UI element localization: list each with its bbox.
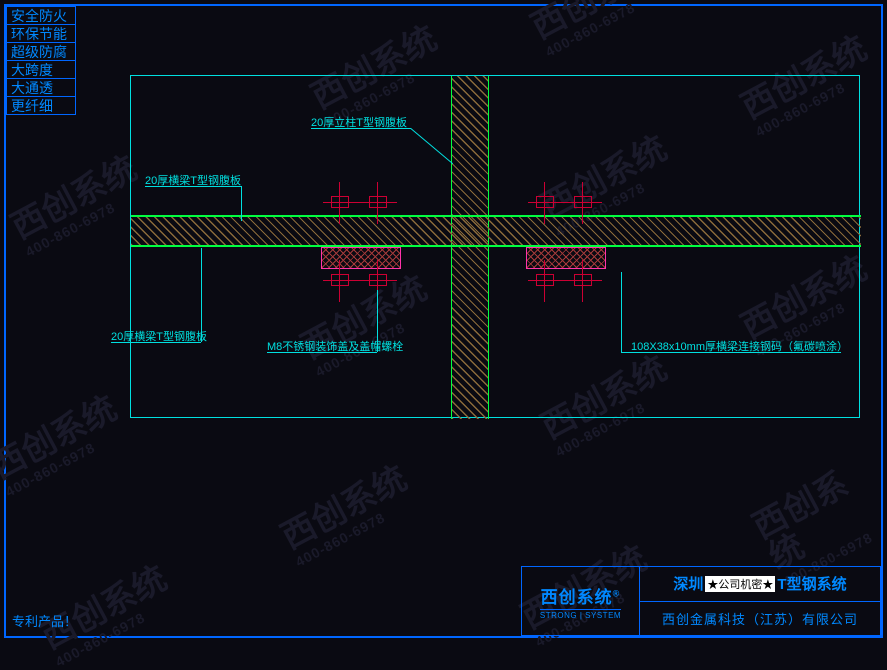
- leader: [377, 290, 378, 352]
- title-pre: 深圳: [673, 573, 703, 594]
- beam-edge: [131, 246, 861, 247]
- drawing-area: 20厚立柱T型钢腹板 20厚横梁T型钢腹板 20厚横梁T型钢腹板 M8不锈钢装饰…: [130, 75, 860, 418]
- company-row: 西创金属科技（江苏）有限公司: [640, 602, 880, 636]
- brand-en: STRONG | SYSTEM: [540, 609, 621, 620]
- title-row: 深圳 ★公司机密★ T型钢系统: [640, 567, 880, 602]
- leader: [621, 352, 841, 353]
- confidential-chip: ★公司机密★: [705, 576, 775, 592]
- bolt-group: [329, 188, 391, 218]
- leader: [201, 248, 202, 342]
- leader: [410, 128, 453, 164]
- title-post: T型钢系统: [777, 573, 846, 594]
- tag: 超级防腐: [6, 42, 76, 61]
- tag: 大跨度: [6, 60, 76, 79]
- tag: 环保节能: [6, 24, 76, 43]
- tag: 大通透: [6, 78, 76, 97]
- brand-cell: 西创系统® STRONG | SYSTEM: [522, 567, 640, 635]
- tag: 安全防火: [6, 6, 76, 25]
- leader: [145, 186, 241, 187]
- mullion-vertical: [451, 76, 489, 419]
- bolt-group: [534, 266, 596, 296]
- tag: 更纤细: [6, 96, 76, 115]
- leader: [241, 186, 242, 221]
- patent-note: 专利产品！: [12, 611, 77, 630]
- brand-sup: ®: [613, 588, 621, 598]
- leader: [111, 342, 201, 343]
- brand-name: 西创系统: [541, 588, 613, 607]
- leader: [621, 272, 622, 352]
- leader: [311, 128, 411, 129]
- title-block: 西创系统® STRONG | SYSTEM 深圳 ★公司机密★ T型钢系统 西创…: [521, 566, 881, 636]
- leader: [267, 352, 377, 353]
- tag-column: 安全防火 环保节能 超级防腐 大跨度 大通透 更纤细: [6, 6, 76, 114]
- bolt-group: [534, 188, 596, 218]
- bolt-group: [329, 266, 391, 296]
